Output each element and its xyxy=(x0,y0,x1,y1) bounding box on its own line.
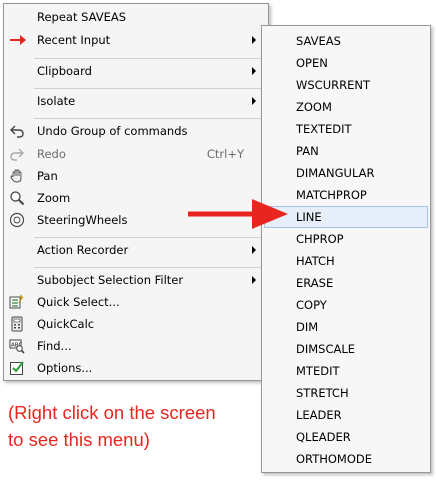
recent-input-item[interactable]: QLEADER xyxy=(264,426,428,448)
recent-input-label: STRETCH xyxy=(296,386,349,400)
recent-input-label: LEADER xyxy=(296,408,342,422)
caption-line: to see this menu) xyxy=(8,429,150,450)
recent-input-item[interactable]: MTEDIT xyxy=(264,360,428,382)
recent-input-label: MATCHPROP xyxy=(296,188,367,202)
menu-item-steeringwheels[interactable]: SteeringWheels xyxy=(6,209,266,231)
quick-select-icon xyxy=(9,294,25,310)
menu-item-zoom[interactable]: Zoom xyxy=(6,187,266,209)
recent-input-label: COPY xyxy=(296,298,327,312)
recent-input-label: CHPROP xyxy=(296,232,344,246)
recent-input-item[interactable]: WSCURRENT xyxy=(264,74,428,96)
recent-input-label: LINE xyxy=(296,210,322,224)
menu-item-label: Options... xyxy=(37,361,93,375)
submenu-arrow-icon xyxy=(252,97,256,105)
menu-separator xyxy=(34,237,264,238)
recent-input-item[interactable]: DIM xyxy=(264,316,428,338)
menu-item-redo[interactable]: Redo Ctrl+Y xyxy=(6,143,266,165)
recent-input-item[interactable]: TEXTEDIT xyxy=(264,118,428,140)
recent-input-label: PAN xyxy=(296,144,319,158)
quickcalc-icon xyxy=(9,316,25,332)
menu-item-label: Recent Input xyxy=(37,33,111,47)
recent-input-item[interactable]: ERASE xyxy=(264,272,428,294)
recent-input-item[interactable]: PAN xyxy=(264,140,428,162)
menu-item-label: SteeringWheels xyxy=(37,213,128,227)
menu-separator xyxy=(34,118,264,119)
recent-input-label: DIMANGULAR xyxy=(296,166,375,180)
menu-item-label: Subobject Selection Filter xyxy=(37,273,184,287)
menu-item-label: Find... xyxy=(37,339,72,353)
menu-item-repeat-saveas[interactable]: Repeat SAVEAS xyxy=(6,6,266,28)
menu-item-shortcut: Ctrl+Y xyxy=(206,147,244,161)
find-icon: ABC xyxy=(9,338,25,354)
recent-input-item[interactable]: COPY xyxy=(264,294,428,316)
menu-item-pan[interactable]: Pan xyxy=(6,165,266,187)
menu-item-quickcalc[interactable]: QuickCalc xyxy=(6,313,266,335)
menu-item-subobject-selection-filter[interactable]: Subobject Selection Filter xyxy=(6,269,266,291)
menu-item-label: Pan xyxy=(37,169,58,183)
recent-input-label: TEXTEDIT xyxy=(296,122,352,136)
recent-input-label: HATCH xyxy=(296,254,335,268)
menu-item-label: Isolate xyxy=(37,94,76,108)
recent-input-item[interactable]: HATCH xyxy=(264,250,428,272)
pan-hand-icon xyxy=(9,168,25,184)
steeringwheels-icon xyxy=(9,212,25,228)
options-icon xyxy=(9,360,25,376)
recent-input-label: WSCURRENT xyxy=(296,78,370,92)
recent-input-label: ORTHOMODE xyxy=(296,452,373,466)
menu-item-clipboard[interactable]: Clipboard xyxy=(6,60,266,82)
recent-input-label: SAVEAS xyxy=(296,34,341,48)
menu-item-label: Undo Group of commands xyxy=(37,124,188,138)
menu-item-label: Repeat SAVEAS xyxy=(37,10,127,24)
zoom-icon xyxy=(9,190,25,206)
recent-input-label: QLEADER xyxy=(296,430,351,444)
menu-item-label: Zoom xyxy=(37,191,71,205)
caption-line: (Right click on the screen xyxy=(8,402,216,423)
recent-input-item[interactable]: STRETCH xyxy=(264,382,428,404)
submenu-arrow-icon xyxy=(252,276,256,284)
undo-icon xyxy=(9,123,25,139)
submenu-arrow-icon xyxy=(252,36,256,44)
recent-input-item[interactable]: LEADER xyxy=(264,404,428,426)
menu-item-label: Redo xyxy=(37,147,66,161)
recent-input-item[interactable]: DIMANGULAR xyxy=(264,162,428,184)
recent-input-label: OPEN xyxy=(296,56,328,70)
menu-item-quick-select[interactable]: Quick Select... xyxy=(6,291,266,313)
submenu-arrow-icon xyxy=(252,67,256,75)
recent-input-label: MTEDIT xyxy=(296,364,340,378)
recent-input-label: DIM xyxy=(296,320,319,334)
menu-item-recent-input[interactable]: Recent Input xyxy=(6,29,266,51)
menu-item-undo-group[interactable]: Undo Group of commands xyxy=(6,120,266,142)
menu-item-isolate[interactable]: Isolate xyxy=(6,90,266,112)
recent-input-item-line[interactable]: LINE xyxy=(264,206,428,228)
context-menu: Repeat SAVEAS Recent Input Clipboard Iso… xyxy=(3,3,269,381)
recent-input-item[interactable]: MATCHPROP xyxy=(264,184,428,206)
menu-item-label: Action Recorder xyxy=(37,243,129,257)
menu-separator xyxy=(34,267,264,268)
recent-input-item[interactable]: OPEN xyxy=(264,52,428,74)
menu-separator xyxy=(34,58,264,59)
recent-input-label: ZOOM xyxy=(296,100,332,114)
recent-input-item[interactable]: DIMSCALE xyxy=(264,338,428,360)
recent-input-label: DIMSCALE xyxy=(296,342,356,356)
recent-input-item[interactable]: ORTHOMODE xyxy=(264,448,428,470)
menu-item-find[interactable]: ABC Find... xyxy=(6,335,266,357)
redo-icon xyxy=(9,146,25,162)
menu-item-action-recorder[interactable]: Action Recorder xyxy=(6,239,266,261)
menu-item-options[interactable]: Options... xyxy=(6,357,266,379)
submenu-arrow-icon xyxy=(252,246,256,254)
menu-item-label: Clipboard xyxy=(37,64,92,78)
recent-input-item[interactable]: CHPROP xyxy=(264,228,428,250)
menu-item-label: QuickCalc xyxy=(37,317,95,331)
recent-input-submenu: SAVEAS OPEN WSCURRENT ZOOM TEXTEDIT PAN … xyxy=(261,25,431,473)
menu-item-label: Quick Select... xyxy=(37,295,120,309)
recent-input-arrow-icon xyxy=(9,32,26,48)
menu-separator xyxy=(34,88,264,89)
instruction-caption: (Right click on the screen to see this m… xyxy=(8,399,268,453)
recent-input-item[interactable]: SAVEAS xyxy=(264,30,428,52)
recent-input-label: ERASE xyxy=(296,276,334,290)
recent-input-item[interactable]: ZOOM xyxy=(264,96,428,118)
